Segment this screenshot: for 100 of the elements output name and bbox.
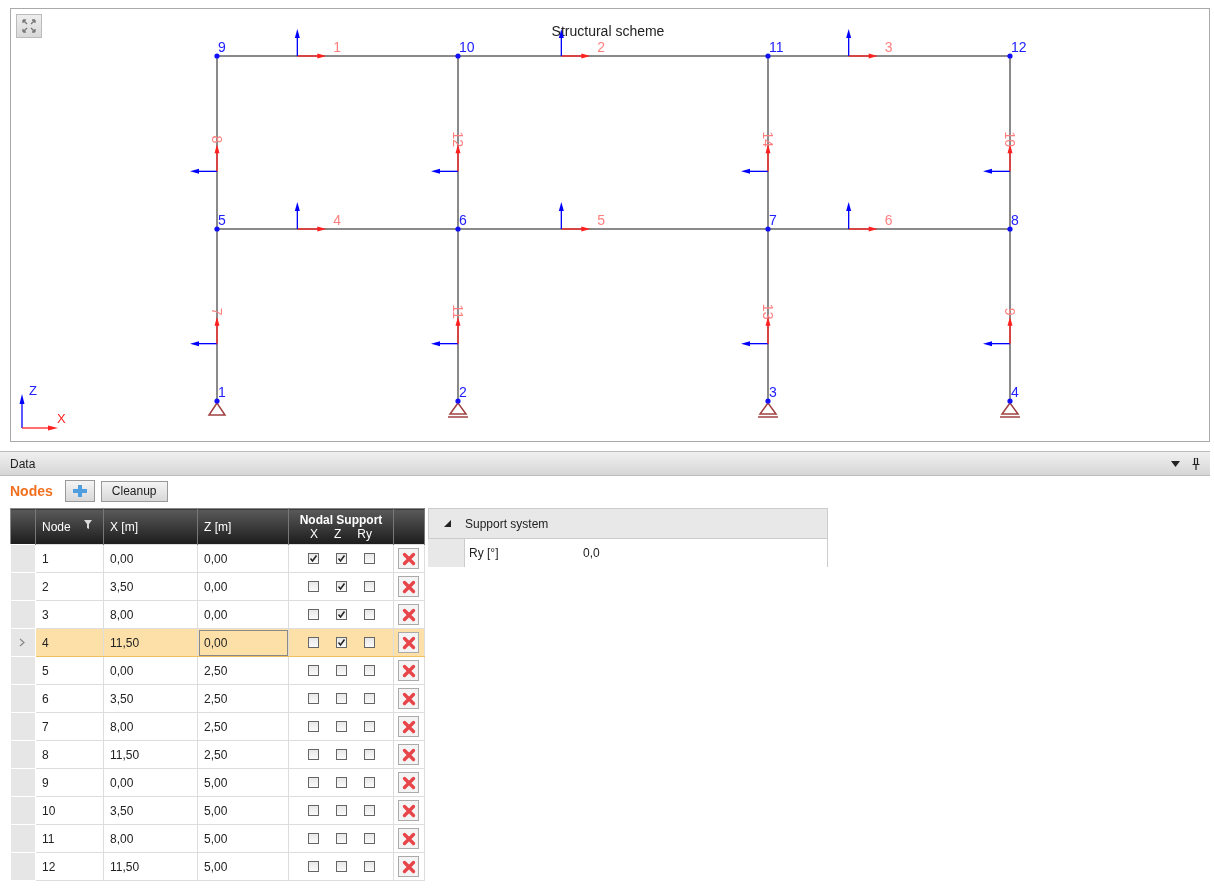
checkbox[interactable] — [363, 777, 375, 788]
table-cell: 3,50 — [103, 796, 198, 825]
dropdown-icon[interactable] — [1171, 460, 1180, 467]
checkbox[interactable] — [335, 777, 347, 788]
checkbox[interactable] — [335, 861, 347, 872]
group-title: Nodal Support — [298, 512, 384, 527]
node-label: 11 — [769, 39, 784, 55]
checkbox[interactable] — [307, 693, 319, 704]
table-cell: 11,50 — [103, 852, 198, 881]
close-icon — [401, 859, 416, 874]
node-label: 3 — [769, 384, 777, 400]
node-label: 4 — [1011, 384, 1019, 400]
table-cell: 12 — [35, 852, 104, 881]
checkbox[interactable] — [335, 581, 347, 592]
member-label: 11 — [450, 304, 466, 319]
member-label: 10 — [1002, 131, 1018, 148]
delete-button[interactable] — [398, 772, 419, 793]
close-icon — [401, 775, 416, 790]
delete-button[interactable] — [398, 716, 419, 737]
table-row[interactable]: 12 11,50 5,00 — [10, 852, 425, 881]
checkbox[interactable] — [307, 833, 319, 844]
checkbox[interactable] — [363, 721, 375, 732]
checkbox[interactable] — [335, 833, 347, 844]
checkbox[interactable] — [363, 805, 375, 816]
delete-button[interactable] — [398, 828, 419, 849]
checkbox[interactable] — [335, 553, 347, 564]
filter-icon[interactable] — [84, 519, 93, 529]
table-cell: 10 — [35, 796, 104, 825]
property-row[interactable]: Ry [°] 0,0 — [428, 539, 828, 567]
close-icon — [401, 719, 416, 734]
checkbox[interactable] — [335, 693, 347, 704]
table-cell: 2,50 — [197, 740, 289, 769]
plus-icon — [71, 484, 88, 498]
delete-button[interactable] — [398, 744, 419, 765]
column-header[interactable]: X [m] — [103, 508, 198, 545]
checkbox[interactable] — [363, 861, 375, 872]
delete-button[interactable] — [398, 800, 419, 821]
checkbox[interactable] — [363, 693, 375, 704]
checkbox[interactable] — [307, 553, 319, 564]
member-label: 13 — [760, 303, 776, 320]
member-label: 14 — [760, 131, 776, 148]
checkbox[interactable] — [307, 777, 319, 788]
delete-button[interactable] — [398, 632, 419, 653]
checkbox[interactable] — [307, 609, 319, 620]
table-row[interactable]: 4 11,50 0,00 — [10, 628, 425, 657]
delete-button[interactable] — [398, 660, 419, 681]
pin-icon[interactable] — [1192, 457, 1200, 470]
category-header[interactable]: Support system — [428, 508, 828, 539]
checkbox[interactable] — [307, 665, 319, 676]
checkbox[interactable] — [363, 749, 375, 760]
checkbox[interactable] — [335, 805, 347, 816]
panel-title: Data — [10, 456, 36, 471]
table-row[interactable]: 2 3,50 0,00 — [10, 572, 425, 601]
node-label: 8 — [1011, 212, 1019, 228]
table-row[interactable]: 5 0,00 2,50 — [10, 656, 425, 685]
x-axis-label: X — [57, 411, 66, 426]
table-row[interactable]: 8 11,50 2,50 — [10, 740, 425, 769]
table-row[interactable]: 11 8,00 5,00 — [10, 824, 425, 853]
close-icon — [401, 747, 416, 762]
checkbox[interactable] — [307, 861, 319, 872]
table-row[interactable]: 10 3,50 5,00 — [10, 796, 425, 825]
column-header[interactable]: Node — [35, 508, 104, 545]
table-cell: 0,00 — [197, 628, 289, 657]
checkbox[interactable] — [335, 665, 347, 676]
checkbox[interactable] — [307, 805, 319, 816]
member-label: 1 — [333, 39, 342, 55]
node-label: 9 — [218, 39, 226, 55]
checkbox[interactable] — [363, 609, 375, 620]
checkbox[interactable] — [307, 637, 319, 648]
table-cell: 11 — [35, 824, 104, 853]
checkbox[interactable] — [307, 581, 319, 592]
delete-button[interactable] — [398, 604, 419, 625]
checkbox[interactable] — [307, 721, 319, 732]
table-row[interactable]: 1 0,00 0,00 — [10, 544, 425, 573]
expand-button[interactable] — [16, 14, 42, 38]
checkbox[interactable] — [363, 665, 375, 676]
table-cell: 7 — [35, 712, 104, 741]
table-row[interactable]: 9 0,00 5,00 — [10, 768, 425, 797]
z-axis-label: Z — [29, 383, 37, 398]
table-cell: 11,50 — [103, 740, 198, 769]
table-row[interactable]: 3 8,00 0,00 — [10, 600, 425, 629]
delete-button[interactable] — [398, 688, 419, 709]
checkbox[interactable] — [307, 749, 319, 760]
column-header[interactable]: Z [m] — [197, 508, 289, 545]
cleanup-button[interactable]: Cleanup — [100, 480, 168, 502]
checkbox[interactable] — [363, 581, 375, 592]
checkbox[interactable] — [363, 553, 375, 564]
checkbox[interactable] — [335, 749, 347, 760]
checkbox[interactable] — [363, 833, 375, 844]
checkbox[interactable] — [335, 609, 347, 620]
table-row[interactable]: 6 3,50 2,50 — [10, 684, 425, 713]
delete-button[interactable] — [398, 576, 419, 597]
checkbox[interactable] — [335, 721, 347, 732]
table-row[interactable]: 7 8,00 2,50 — [10, 712, 425, 741]
delete-button[interactable] — [398, 548, 419, 569]
add-button[interactable] — [64, 480, 95, 502]
collapse-icon[interactable] — [443, 520, 451, 527]
delete-button[interactable] — [398, 856, 419, 877]
checkbox[interactable] — [363, 637, 375, 648]
checkbox[interactable] — [335, 637, 347, 648]
